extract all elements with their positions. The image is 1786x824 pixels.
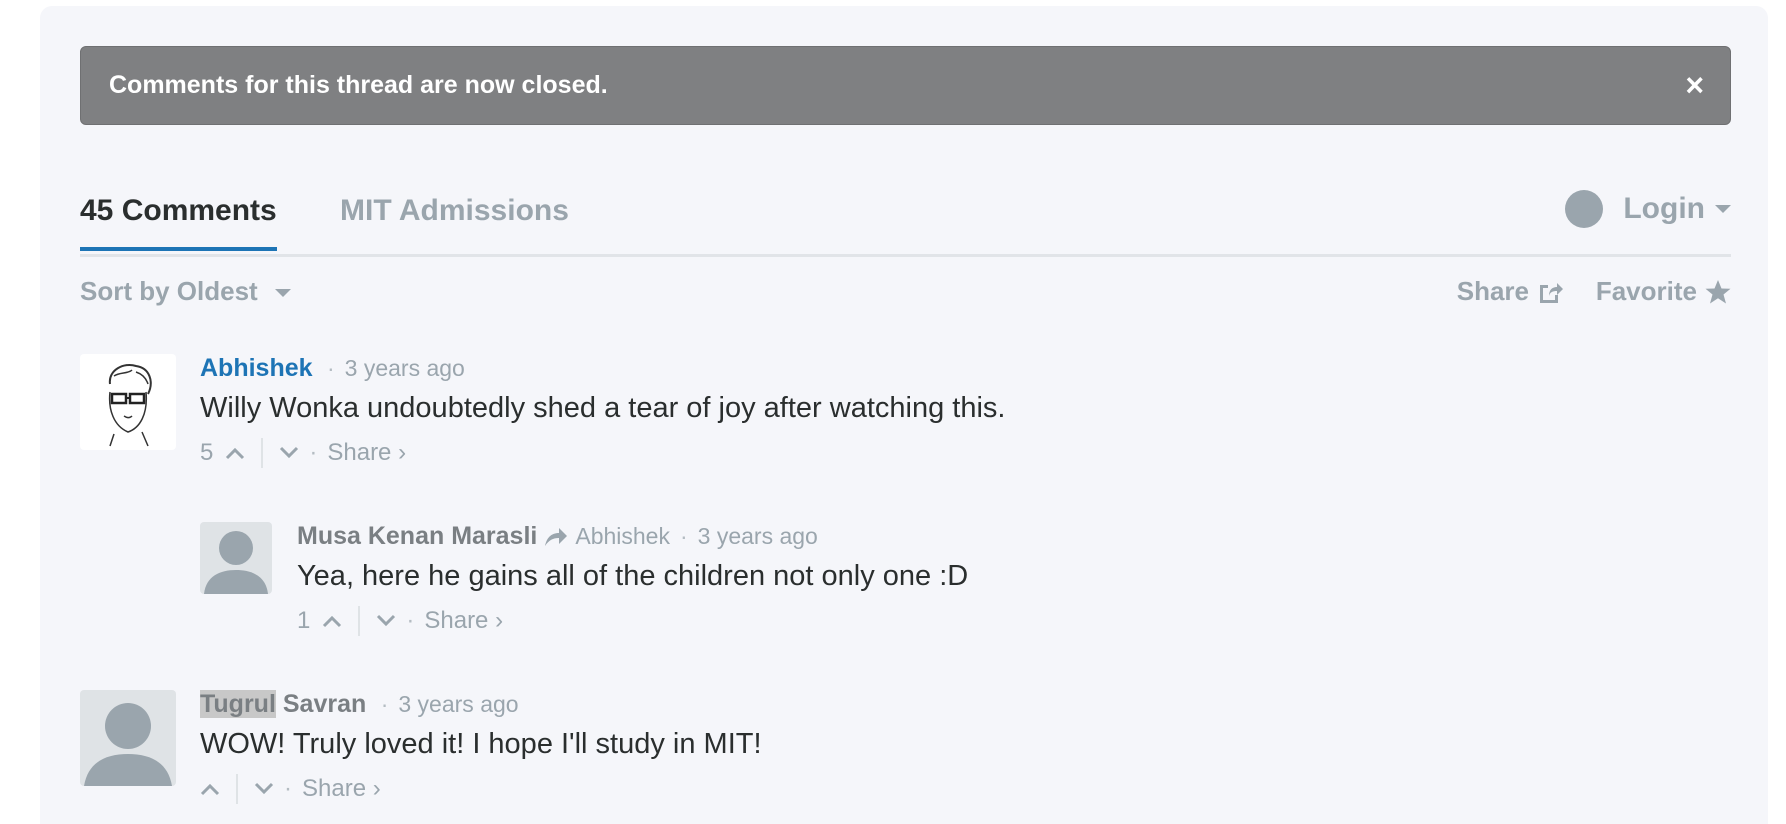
comment-author[interactable]: Tugrul Savran [200,690,366,718]
share-icon [1540,282,1563,303]
downvote-button[interactable] [376,614,396,628]
author-last-name: Savran [282,690,367,718]
vote-count: 5 [200,439,214,466]
chevron-down-icon [377,614,396,627]
face-sketch-icon [108,364,152,447]
banner-text: Comments for this thread are now closed. [109,71,608,99]
share-thread-button[interactable]: Share [1457,276,1563,307]
avatar[interactable] [200,522,272,594]
separator-dot: · [309,439,318,466]
avatar[interactable] [80,690,176,786]
comment-actions: 5 · Share › [200,438,406,468]
comment-body: WOW! Truly loved it! I hope I'll study i… [200,728,762,760]
tab-community[interactable]: MIT Admissions [340,194,569,228]
vote-divider [236,774,238,804]
comment-actions: 1 · Share › [297,606,503,636]
vote-divider [261,438,264,468]
reply-to-author[interactable]: Abhishek [575,523,670,550]
star-icon [1705,279,1731,303]
favorite-label: Favorite [1595,276,1697,306]
chevron-down-icon [280,446,299,459]
user-avatar-icon [1565,190,1604,228]
upvote-button[interactable] [200,782,220,796]
upvote-button[interactable] [322,614,342,628]
vote-divider [358,606,361,636]
default-avatar-icon [84,703,172,786]
author-first-name: Tugrul [200,690,276,718]
share-comment-button[interactable]: Share › [424,607,503,635]
comment: Abhishek · 3 years ago Willy Wonka undoub… [80,354,1680,474]
vote-count: 1 [297,607,311,634]
separator-dot: · [380,691,389,717]
share-comment-button[interactable]: Share › [302,775,381,803]
sort-dropdown[interactable]: Sort by Oldest [80,276,291,307]
comment-body: Willy Wonka undoubtedly shed a tear of j… [200,392,1006,424]
chevron-up-icon [200,783,220,796]
chevron-down-icon [274,289,291,298]
comment: Tugrul Savran · 3 years ago WOW! Truly lo… [80,690,1680,810]
separator-dot: · [326,355,335,381]
chevron-up-icon [323,615,342,628]
close-icon[interactable]: × [1685,69,1704,101]
sort-label: Sort by Oldest [80,276,258,306]
comment-reply: Musa Kenan Marasli Abhishek · 3 years ago… [200,522,1680,642]
comment-author[interactable]: Musa Kenan Marasli [297,522,537,551]
comment-timestamp[interactable]: 3 years ago [398,691,518,717]
comment-timestamp[interactable]: 3 years ago [698,523,818,549]
avatar[interactable] [80,354,176,450]
comment-actions: · Share › [200,774,381,804]
upvote-button[interactable] [225,446,245,460]
downvote-button[interactable] [279,446,299,460]
downvote-button[interactable] [254,782,274,796]
favorite-button[interactable]: Favorite [1596,276,1731,307]
reply-arrow-icon [545,527,568,546]
comments-closed-banner: Comments for this thread are now closed.… [80,46,1731,125]
separator-dot: · [406,607,415,634]
share-comment-button[interactable]: Share › [327,439,406,467]
tab-bar: 45 Comments MIT Admissions Login [80,190,1731,257]
comment-author[interactable]: Abhishek [200,354,313,382]
thread-toolbar: Sort by Oldest Share Favorite [80,276,1731,312]
share-label: Share [1456,276,1529,306]
chevron-down-icon [254,782,274,795]
login-label: Login [1623,192,1705,225]
default-avatar-icon [204,531,268,594]
tab-comments[interactable]: 45 Comments [80,194,277,251]
chevron-up-icon [226,447,245,460]
separator-dot: · [284,775,292,802]
comment-body: Yea, here he gains all of the children n… [297,560,969,592]
login-button[interactable]: Login [1565,190,1731,228]
comment-timestamp[interactable]: 3 years ago [345,355,465,381]
chevron-down-icon [1715,205,1731,213]
separator-dot: · [679,523,688,549]
